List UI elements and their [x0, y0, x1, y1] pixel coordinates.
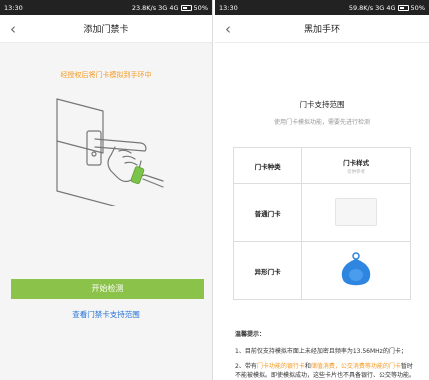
- start-detection-button[interactable]: 开始检测: [11, 279, 204, 299]
- tip-highlight-bank-card: 门卡功能的银行卡: [256, 363, 305, 370]
- white-card-icon: [335, 197, 378, 226]
- signal-indicators: 3G 4G: [375, 3, 396, 12]
- page-title: 黑加手环: [303, 25, 340, 35]
- status-time: 13:30: [4, 3, 23, 12]
- tip-item-1: 1、目前仅支持模拟市面上未经加密且频率为13.56MHz的门卡；: [235, 348, 407, 355]
- status-time: 13:30: [219, 3, 238, 12]
- tip-item-2: 2、带有门卡功能的银行卡和储值消费，公交消费等功能的门卡暂时不能被模拟。即使模拟…: [235, 363, 416, 379]
- door-handle-wristband-illustration: [56, 98, 164, 206]
- page-title: 添加门禁卡: [83, 25, 129, 35]
- view-support-range-link[interactable]: 查看门禁卡支持范围: [0, 309, 212, 320]
- right-screen: 13:30 59.8K/s 3G 4G 50% ‹ 黑加手环 门卡支持范围 使用…: [215, 0, 429, 380]
- network-speed: 23.8K/s: [131, 3, 157, 12]
- status-bar: 13:30 23.8K/s 3G 4G 50%: [0, 0, 212, 15]
- row-label-special-card: 异形门卡: [232, 241, 303, 300]
- section-subtitle: 使用门卡模拟功能，需要先进行检测: [273, 119, 370, 126]
- col-header-style: 门卡样式 仅供参考: [301, 147, 411, 184]
- status-bar: 13:30 59.8K/s 3G 4G 50%: [215, 0, 429, 15]
- battery-icon: [397, 4, 409, 11]
- battery-level: 50%: [410, 3, 425, 12]
- nav-bar: ‹ 添加门禁卡: [0, 15, 212, 43]
- tip-highlight-stored-value: 储值消费，公交消费等功能的门卡: [310, 363, 401, 370]
- battery-level: 50%: [193, 3, 208, 12]
- nav-bar: ‹ 黑加手环: [215, 15, 429, 43]
- keyfob-icon: [341, 251, 371, 285]
- table-row: 普通门卡: [232, 183, 411, 242]
- network-speed: 59.8K/s: [348, 3, 374, 12]
- back-icon[interactable]: ‹: [225, 20, 231, 38]
- special-card-image: [301, 241, 411, 300]
- table-header-row: 门卡种类 门卡样式 仅供参考: [232, 147, 411, 184]
- table-row: 异形门卡: [232, 241, 411, 300]
- authorization-tip: 经授权后将门卡模拟到手环中: [60, 71, 152, 79]
- battery-icon: [180, 4, 192, 11]
- main-content: 门卡支持范围 使用门卡模拟功能，需要先进行检测 门卡种类 门卡样式 仅供参考 普…: [215, 43, 429, 380]
- row-label-normal-card: 普通门卡: [232, 183, 303, 242]
- back-icon[interactable]: ‹: [10, 20, 16, 38]
- card-support-table: 门卡种类 门卡样式 仅供参考 普通门卡 异形门卡: [232, 147, 411, 300]
- main-content: 经授权后将门卡模拟到手环中 开始检测 查看门禁卡支持范围: [0, 43, 212, 380]
- col-header-style-note: 仅供参考: [347, 169, 366, 175]
- col-header-type: 门卡种类: [232, 147, 303, 184]
- tips-title: 温馨提示：: [235, 331, 266, 338]
- normal-card-image: [301, 183, 411, 242]
- section-title: 门卡支持范围: [299, 100, 345, 109]
- left-screen: 13:30 23.8K/s 3G 4G 50% ‹ 添加门禁卡 经授权后将门卡模…: [0, 0, 213, 380]
- signal-indicators: 3G 4G: [158, 3, 179, 12]
- tips-section: 温馨提示： 1、目前仅支持模拟市面上未经加密且频率为13.56MHz的门卡； 2…: [235, 330, 415, 380]
